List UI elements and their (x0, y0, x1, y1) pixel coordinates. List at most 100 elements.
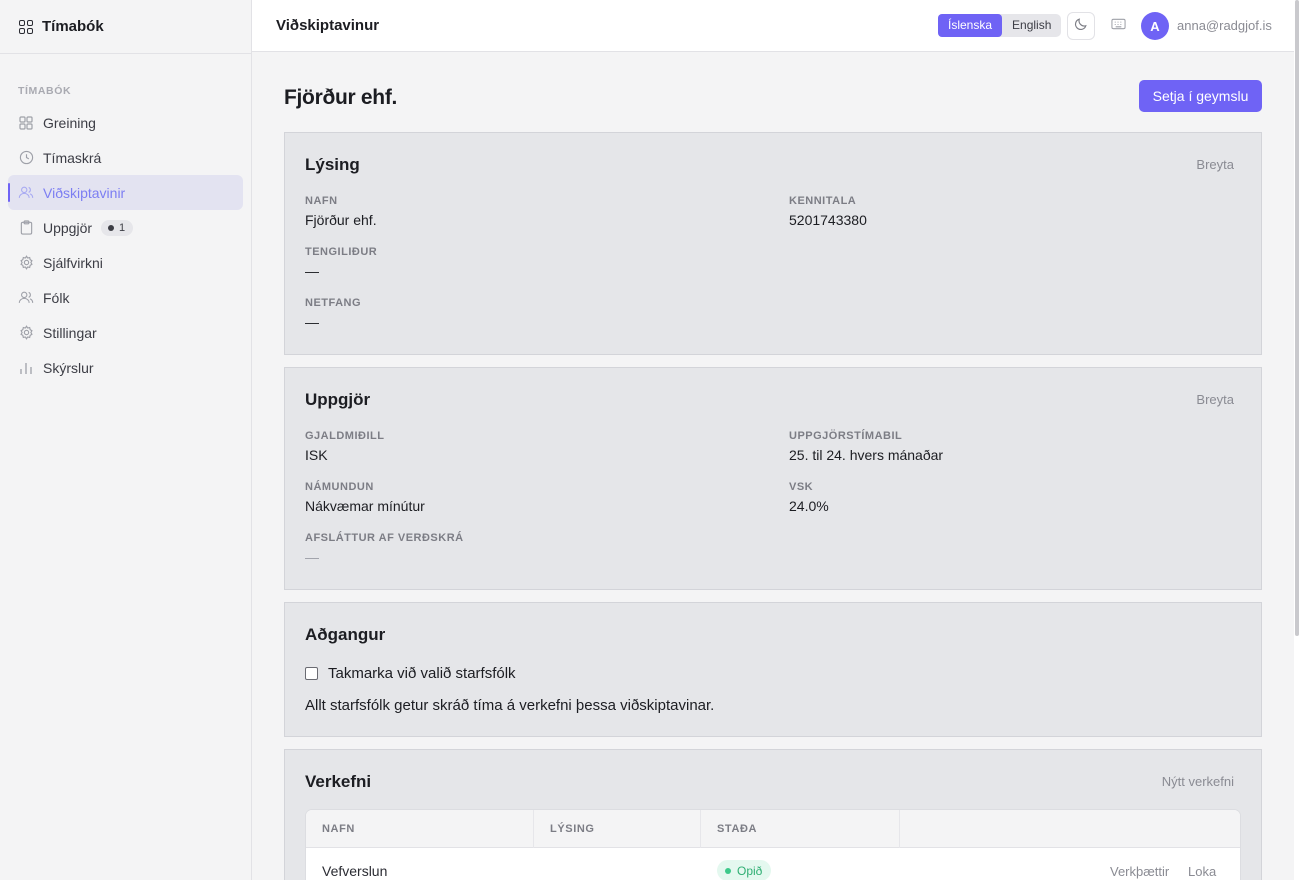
projects-card: Verkefni Nýtt verkefni NAFN LÝSING STAÐA… (284, 749, 1262, 880)
moon-icon (1074, 17, 1088, 36)
badge-dot-icon (108, 224, 115, 231)
card-title: Aðgangur (305, 625, 386, 644)
edit-settlement-link[interactable]: Breyta (1196, 392, 1234, 407)
field-label: AFSLÁTTUR AF VERÐSKRÁ (305, 532, 464, 544)
email-field: NETFANG — (305, 297, 361, 330)
field-label: VSK (789, 481, 814, 493)
sidebar-item-timaskra[interactable]: Tímaskrá (8, 140, 243, 175)
field-value: 25. til 24. hvers mánaðar (789, 447, 944, 463)
page-title: Fjörður ehf. (284, 86, 398, 109)
column-header-name[interactable]: NAFN (322, 810, 355, 848)
field-label: UPPGJÖRSTÍMABIL (789, 430, 903, 442)
user-email[interactable]: anna@radgjof.is (1177, 18, 1272, 33)
language-toggle: Íslenska English (938, 14, 1062, 37)
field-value: — (305, 314, 319, 330)
sidebar-item-label: Stillingar (43, 324, 97, 341)
column-header-description[interactable]: LÝSING (550, 810, 595, 848)
archive-button[interactable]: Setja í geymslu (1139, 80, 1262, 112)
sidebar-item-greining[interactable]: Greining (8, 105, 243, 140)
sidebar-item-sjalfvirkni[interactable]: Sjálfvirkni (8, 245, 243, 280)
settings-icon (18, 325, 34, 341)
card-title: Uppgjör (305, 390, 371, 409)
currency-field: GJALDMIÐILL ISK (305, 430, 384, 463)
status-dot-icon (725, 867, 731, 874)
sidebar-item-label: Skýrslur (43, 359, 94, 376)
projects-table: NAFN LÝSING STAÐA Vefverslun Opið Verkþæ… (305, 809, 1241, 880)
vat-field: VSK 24.0% (789, 481, 829, 514)
status-badge: Opið (717, 860, 772, 880)
sidebar-item-uppgjor[interactable]: Uppgjör 1 (8, 210, 243, 245)
topbar-title: Viðskiptavinur (276, 17, 380, 34)
period-field: UPPGJÖRSTÍMABIL 25. til 24. hvers mánaða… (789, 430, 943, 463)
app-grid-icon (19, 19, 33, 34)
uppgjor-count-badge: 1 (101, 219, 134, 236)
lang-english-button[interactable]: English (1002, 14, 1061, 37)
scrollbar[interactable] (1294, 0, 1300, 880)
field-label: NETFANG (305, 297, 362, 309)
users-icon (18, 185, 34, 201)
restrict-staff-option[interactable]: Takmarka við valið starfsfólk (305, 665, 516, 682)
sidebar-nav: Greining Tímaskrá Viðskiptavinir Uppgjör… (8, 105, 243, 385)
bar-chart-icon (18, 360, 34, 376)
edit-description-link[interactable]: Breyta (1196, 157, 1234, 172)
description-card: Lýsing Breyta NAFN Fjörður ehf. KENNITAL… (284, 132, 1262, 355)
project-name[interactable]: Vefverslun (322, 863, 387, 879)
clipboard-icon (18, 220, 34, 236)
field-value: 5201743380 (789, 212, 867, 228)
restrict-staff-label[interactable]: Takmarka við valið starfsfólk (328, 665, 516, 682)
keyboard-shortcuts-button[interactable] (1104, 12, 1132, 40)
close-project-link[interactable]: Loka (1188, 864, 1216, 879)
table-row[interactable]: Vefverslun Opið Verkþættir Loka (306, 848, 1240, 880)
sidebar-item-stillingar[interactable]: Stillingar (8, 315, 243, 350)
brand[interactable]: Tímabók (0, 0, 251, 54)
clock-icon (18, 150, 34, 166)
field-value: — (305, 263, 319, 279)
access-card: Aðgangur Takmarka við valið starfsfólk A… (284, 602, 1262, 737)
field-label: TENGILIÐUR (305, 246, 378, 258)
column-header-status[interactable]: STAÐA (717, 810, 757, 848)
rounding-field: NÁMUNDUN Nákvæmar mínútur (305, 481, 425, 514)
avatar[interactable]: A (1141, 12, 1169, 40)
table-header: NAFN LÝSING STAÐA (306, 810, 1240, 848)
column-divider (899, 810, 900, 848)
keyboard-icon (1110, 17, 1126, 35)
field-label: KENNITALA (789, 195, 857, 207)
column-divider (700, 810, 701, 848)
badge-count: 1 (119, 221, 126, 234)
restrict-staff-checkbox[interactable] (305, 667, 318, 680)
sidebar-item-label: Viðskiptavinir (43, 184, 126, 201)
name-field: NAFN Fjörður ehf. (305, 195, 377, 228)
field-label: NÁMUNDUN (305, 481, 374, 493)
main-content: Fjörður ehf. Setja í geymslu Lýsing Brey… (252, 52, 1294, 880)
field-value: Nákvæmar mínútur (305, 498, 425, 514)
card-title: Lýsing (305, 155, 360, 174)
field-label: GJALDMIÐILL (305, 430, 385, 442)
sidebar-item-label: Tímaskrá (43, 149, 102, 166)
sidebar-item-label: Sjálfvirkni (43, 254, 103, 271)
contact-field: TENGILIÐUR — (305, 246, 377, 279)
scrollbar-thumb[interactable] (1295, 0, 1299, 636)
tasks-link[interactable]: Verkþættir (1110, 864, 1169, 879)
sidebar-item-vidskiptavinir[interactable]: Viðskiptavinir (8, 175, 243, 210)
field-label: NAFN (305, 195, 338, 207)
status-label: Opið (737, 863, 763, 878)
topbar: Viðskiptavinur Íslenska English A anna@r… (252, 0, 1294, 52)
sidebar-item-label: Uppgjör (43, 219, 93, 236)
gear-icon (18, 255, 34, 271)
field-value: — (305, 549, 319, 565)
sidebar-item-folk[interactable]: Fólk (8, 280, 243, 315)
new-project-link[interactable]: Nýtt verkefni (1162, 774, 1234, 789)
lang-islenska-button[interactable]: Íslenska (938, 14, 1003, 37)
grid-icon (18, 115, 34, 131)
sidebar-item-label: Greining (43, 114, 96, 131)
sidebar-item-skyrslur[interactable]: Skýrslur (8, 350, 243, 385)
column-divider (533, 810, 534, 848)
card-title: Verkefni (305, 772, 372, 791)
sidebar-section-label: TÍMABÓK (18, 85, 72, 97)
discount-field: AFSLÁTTUR AF VERÐSKRÁ — (305, 532, 464, 565)
sidebar: Tímabók TÍMABÓK Greining Tímaskrá Viðski… (0, 0, 252, 880)
dark-mode-toggle[interactable] (1067, 12, 1095, 40)
kennitala-field: KENNITALA 5201743380 (789, 195, 867, 228)
access-note: Allt starfsfólk getur skráð tíma á verke… (305, 697, 715, 714)
field-value: ISK (305, 447, 328, 463)
